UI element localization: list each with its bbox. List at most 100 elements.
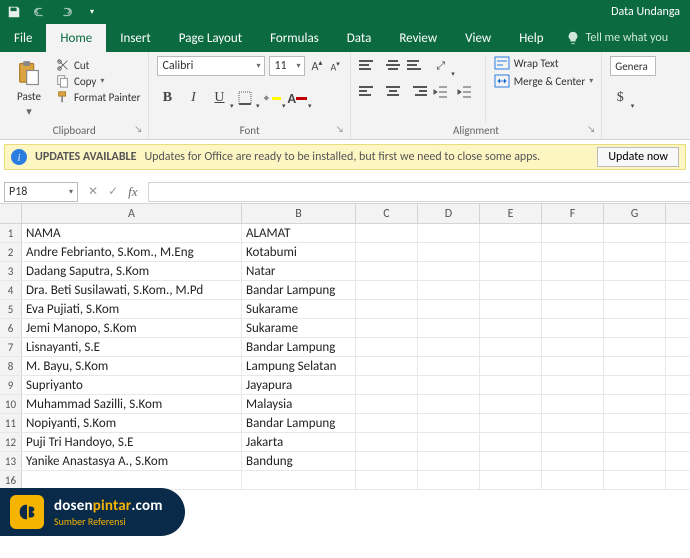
- redo-icon[interactable]: [58, 4, 74, 20]
- font-size-select[interactable]: 11▾: [269, 56, 305, 76]
- row-header[interactable]: 2: [0, 243, 22, 261]
- col-header-G[interactable]: G: [604, 204, 666, 223]
- font-name-select[interactable]: Calibri▾: [157, 56, 265, 76]
- decrease-font-icon[interactable]: A▾: [328, 59, 341, 73]
- row-header[interactable]: 4: [0, 281, 22, 299]
- spreadsheet-grid[interactable]: A B C D E F G 1NAMAALAMAT2Andre Febriant…: [0, 204, 690, 490]
- borders-button[interactable]: ▾: [235, 88, 255, 108]
- cell[interactable]: [604, 281, 666, 299]
- cell[interactable]: [604, 376, 666, 394]
- cell[interactable]: NAMA: [22, 224, 242, 242]
- col-header-E[interactable]: E: [480, 204, 542, 223]
- cell[interactable]: Natar: [242, 262, 356, 280]
- cell[interactable]: [356, 338, 418, 356]
- row-header[interactable]: 5: [0, 300, 22, 318]
- fx-icon[interactable]: fx: [128, 184, 137, 200]
- cell[interactable]: [542, 357, 604, 375]
- col-header-F[interactable]: F: [542, 204, 604, 223]
- cell[interactable]: [418, 395, 480, 413]
- tab-help[interactable]: Help: [505, 24, 557, 52]
- cell[interactable]: [356, 395, 418, 413]
- qat-customize-icon[interactable]: ▾: [84, 4, 100, 20]
- cell[interactable]: Nopiyanti, S.Kom: [22, 414, 242, 432]
- cut-button[interactable]: Cut: [56, 58, 140, 72]
- cell[interactable]: [604, 433, 666, 451]
- cell[interactable]: Kotabumi: [242, 243, 356, 261]
- cell[interactable]: [604, 452, 666, 470]
- number-format-select[interactable]: Genera: [610, 56, 656, 76]
- cell[interactable]: [542, 471, 604, 489]
- tab-page-layout[interactable]: Page Layout: [165, 24, 256, 52]
- cell[interactable]: [356, 300, 418, 318]
- tab-home[interactable]: Home: [46, 24, 106, 52]
- row-header[interactable]: 3: [0, 262, 22, 280]
- cell[interactable]: [418, 300, 480, 318]
- cell[interactable]: [604, 471, 666, 489]
- cell[interactable]: [542, 243, 604, 261]
- paste-button[interactable]: Paste ▾: [8, 56, 50, 122]
- cell[interactable]: [22, 471, 242, 489]
- update-now-button[interactable]: Update now: [597, 147, 679, 167]
- col-header-A[interactable]: A: [22, 204, 242, 223]
- merge-center-button[interactable]: Merge & Center ▾: [494, 74, 594, 88]
- align-right-button[interactable]: [407, 82, 427, 100]
- cell[interactable]: [418, 452, 480, 470]
- cell[interactable]: [480, 357, 542, 375]
- align-bottom-button[interactable]: [407, 56, 427, 74]
- cell[interactable]: [604, 262, 666, 280]
- row-header[interactable]: 16: [0, 471, 22, 489]
- cell[interactable]: Dra. Beti Susilawati, S.Kom., M.Pd: [22, 281, 242, 299]
- undo-icon[interactable]: [32, 4, 48, 20]
- cell[interactable]: [542, 300, 604, 318]
- name-box[interactable]: P18▾: [4, 182, 78, 202]
- cell[interactable]: [356, 357, 418, 375]
- cell[interactable]: M. Bayu, S.Kom: [22, 357, 242, 375]
- cell[interactable]: [356, 376, 418, 394]
- cell[interactable]: [242, 471, 356, 489]
- cell[interactable]: [480, 376, 542, 394]
- cell[interactable]: [604, 357, 666, 375]
- alignment-dialog-icon[interactable]: ↘: [587, 124, 595, 135]
- align-center-button[interactable]: [383, 82, 403, 100]
- cell[interactable]: Malaysia: [242, 395, 356, 413]
- cell[interactable]: [418, 224, 480, 242]
- cell[interactable]: [542, 224, 604, 242]
- cell[interactable]: [418, 433, 480, 451]
- cell[interactable]: [480, 243, 542, 261]
- row-header[interactable]: 11: [0, 414, 22, 432]
- cell[interactable]: [604, 395, 666, 413]
- cell[interactable]: [418, 376, 480, 394]
- row-header[interactable]: 8: [0, 357, 22, 375]
- cell[interactable]: [542, 395, 604, 413]
- cell[interactable]: Lampung Selatan: [242, 357, 356, 375]
- cell[interactable]: [604, 300, 666, 318]
- cell[interactable]: [480, 319, 542, 337]
- cell[interactable]: [356, 319, 418, 337]
- cell[interactable]: Bandar Lampung: [242, 338, 356, 356]
- cell[interactable]: [418, 281, 480, 299]
- cell[interactable]: [418, 338, 480, 356]
- cell[interactable]: [542, 319, 604, 337]
- tab-data[interactable]: Data: [333, 24, 386, 52]
- cell[interactable]: [542, 433, 604, 451]
- tab-view[interactable]: View: [451, 24, 505, 52]
- cell[interactable]: Bandar Lampung: [242, 414, 356, 432]
- row-header[interactable]: 12: [0, 433, 22, 451]
- paste-dropdown-icon[interactable]: ▾: [26, 105, 32, 118]
- cell[interactable]: Jakarta: [242, 433, 356, 451]
- decrease-indent-button[interactable]: [431, 82, 451, 102]
- cell[interactable]: Dadang Saputra, S.Kom: [22, 262, 242, 280]
- select-all-corner[interactable]: [0, 204, 22, 223]
- cell[interactable]: [356, 414, 418, 432]
- font-dialog-icon[interactable]: ↘: [336, 124, 344, 135]
- cell[interactable]: [480, 281, 542, 299]
- cell[interactable]: Bandung: [242, 452, 356, 470]
- cell[interactable]: [480, 452, 542, 470]
- cell[interactable]: [604, 414, 666, 432]
- cell[interactable]: [418, 262, 480, 280]
- formula-input[interactable]: [148, 182, 690, 202]
- col-header-B[interactable]: B: [242, 204, 356, 223]
- fill-color-button[interactable]: ▾: [261, 88, 281, 108]
- cell[interactable]: [604, 243, 666, 261]
- bold-button[interactable]: B: [157, 88, 177, 108]
